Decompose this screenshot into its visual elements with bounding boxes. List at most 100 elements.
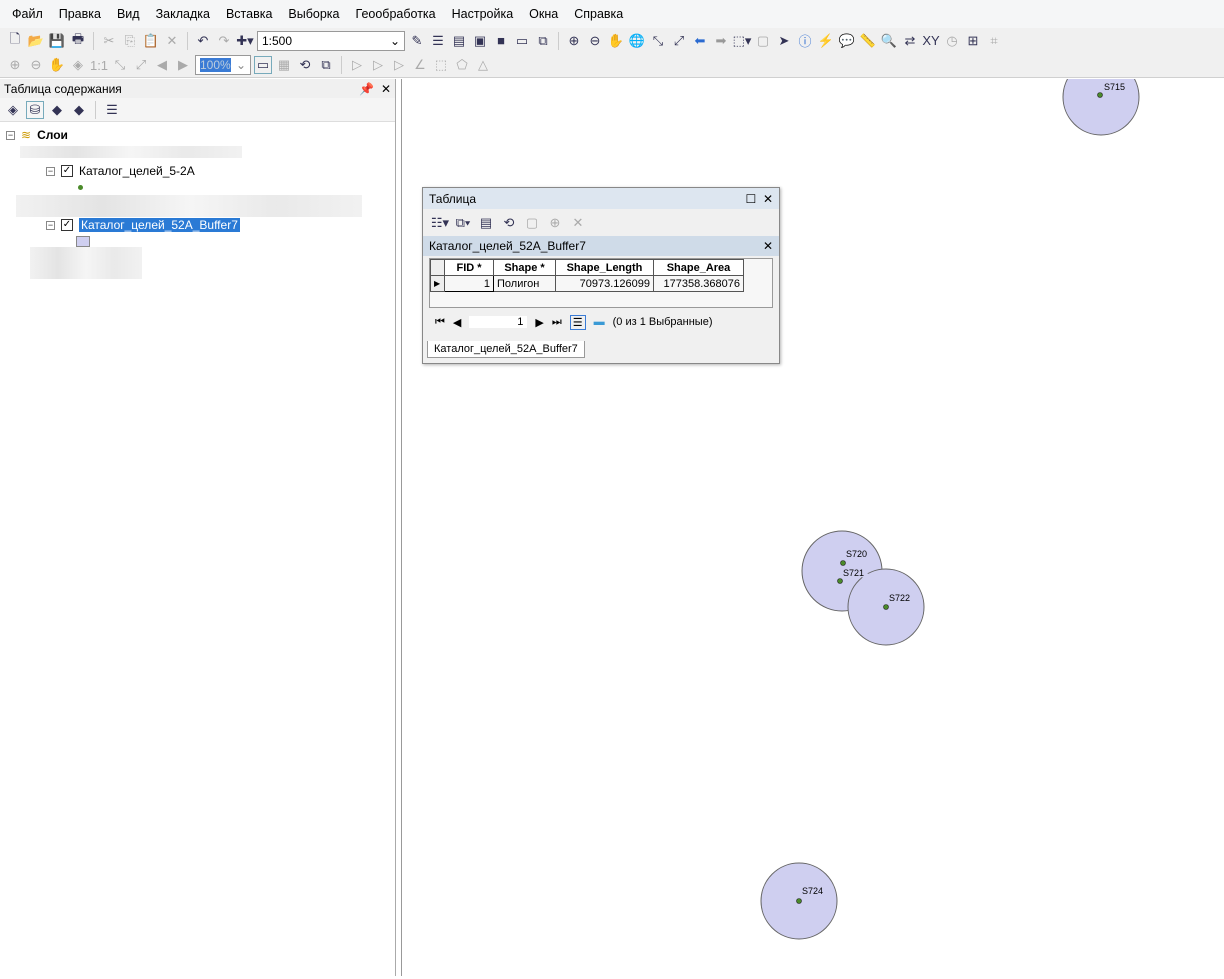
delete-icon[interactable]: ✕ [163,32,181,50]
full-extent-icon[interactable]: 🌐 [628,32,646,50]
hyperlink-icon[interactable]: ⚡ [817,32,835,50]
zoom-100-icon[interactable]: 1:1 [90,56,108,74]
edit-vertices-icon[interactable]: ▷ [369,56,387,74]
previous-extent-icon[interactable]: ◀ [153,56,171,74]
scale-combo[interactable]: 1:500 ⌄ [257,30,405,51]
identify-icon[interactable]: ⓘ [796,32,814,50]
find-route-icon[interactable]: ⇄ [901,32,919,50]
close-icon[interactable]: ✕ [381,82,391,96]
forward-icon[interactable]: ➡ [712,32,730,50]
cell[interactable]: 177358.368076 [653,275,744,292]
time-slider-icon[interactable]: ◷ [943,32,961,50]
save-icon[interactable]: 💾 [48,32,66,50]
zoom-percent-combo[interactable]: 100% ⌄ [195,55,251,75]
table-row[interactable]: ▶ 1 Полигон 70973.126099 177358.368076 [430,275,744,292]
next-record-icon[interactable]: ▶ [535,316,543,329]
new-document-icon[interactable]: 🗋 [6,31,24,50]
pan-icon[interactable]: ✋ [607,32,625,50]
collapse-icon[interactable]: − [46,220,55,230]
table-window-titlebar[interactable]: Таблица ☐ ✕ [423,188,779,209]
menu-file[interactable]: Файл [4,7,51,21]
previous-record-icon[interactable]: ◀ [453,316,461,329]
column-header[interactable]: Shape * [493,259,556,276]
menu-selection[interactable]: Выборка [280,7,347,21]
catalog-icon[interactable]: ▤ [450,32,468,50]
zoom-in-icon[interactable]: ⊕ [565,32,583,50]
collapse-icon[interactable]: − [6,130,15,140]
show-all-records-icon[interactable]: ☰ [569,314,586,330]
copy-icon[interactable]: ⎘ [121,32,139,50]
zoom-to-selected-icon[interactable]: ⊕ [546,214,564,232]
list-by-selection-icon[interactable]: ◆ [70,101,88,119]
menu-customize[interactable]: Настройка [444,7,522,21]
layers-root[interactable]: − ≋ Слои [6,128,68,142]
target-point[interactable] [796,898,802,904]
reshape-icon[interactable]: ▷ [390,56,408,74]
rotate-icon[interactable]: ⬠ [453,56,471,74]
back-icon[interactable]: ⬅ [691,32,709,50]
select-by-attributes-icon[interactable]: ▤ [477,214,495,232]
options-icon[interactable]: ☰ [103,101,121,119]
layout-zoom-out-icon[interactable]: ⊖ [27,56,45,74]
layout-zoom-in-icon[interactable]: ⊕ [6,56,24,74]
table-options-icon[interactable]: ☷▾ [431,214,449,232]
editor-icon[interactable]: ✎ [408,32,426,50]
current-record-field[interactable]: 1 [469,316,528,328]
edit-tool-icon[interactable]: ▷ [348,56,366,74]
find-icon[interactable]: 🔍 [880,32,898,50]
focus-data-frame-icon[interactable]: ▦ [275,56,293,74]
target-point[interactable] [840,560,846,566]
fixed-zoom-out-icon[interactable]: ⤢ [670,32,688,50]
menu-geoprocessing[interactable]: Геообработка [348,7,444,21]
modelbuilder-icon[interactable]: ⧉ [534,32,552,50]
close-icon[interactable]: ✕ [763,239,773,253]
list-by-source-icon[interactable]: ⛁ [26,100,44,119]
topology-icon[interactable]: ⌗ [985,32,1003,50]
switch-selection-icon[interactable]: ⟲ [500,214,518,232]
list-by-drawing-order-icon[interactable]: ◈ [4,101,22,119]
straight-segment-icon[interactable]: ∠ [411,56,429,74]
print-icon[interactable]: 🖶 [69,31,87,50]
delete-selected-icon[interactable]: ✕ [569,214,587,232]
target-point[interactable] [837,578,843,584]
first-record-icon[interactable]: ⏮ [435,316,445,329]
menu-insert[interactable]: Вставка [218,7,280,21]
layer-item-buffer7[interactable]: − ✓ Каталог_целей_52А_Buffer7 [46,218,240,232]
clear-selection-icon[interactable]: ▢ [523,214,541,232]
menu-edit[interactable]: Правка [51,7,109,21]
cell[interactable]: 70973.126099 [555,275,654,292]
menu-help[interactable]: Справка [566,7,631,21]
select-features-icon[interactable]: ⬚▾ [733,32,752,50]
fixed-zoom-in-icon[interactable]: ⤡ [649,32,667,50]
undo-icon[interactable]: ↶ [194,32,212,50]
create-viewer-icon[interactable]: ⊞ [964,32,982,50]
cell[interactable]: Полигон [493,275,556,292]
zoom-out-icon[interactable]: ⊖ [586,32,604,50]
menu-bookmarks[interactable]: Закладка [148,7,218,21]
menu-windows[interactable]: Окна [521,7,566,21]
buffer-polygon[interactable] [1062,58,1140,136]
target-point[interactable] [883,604,889,610]
row-pointer-icon[interactable]: ▶ [430,275,445,292]
pin-icon[interactable]: 📌 [359,82,374,96]
visibility-checkbox[interactable]: ✓ [61,165,73,177]
related-tables-icon[interactable]: ⧉▾ [454,214,472,232]
select-elements-icon[interactable]: ➤ [775,32,793,50]
cut-polygon-icon[interactable]: ⬚ [432,56,450,74]
cut-icon[interactable]: ✂ [100,32,118,50]
target-point[interactable] [1097,92,1103,98]
python-icon[interactable]: ▭ [513,32,531,50]
search-window-icon[interactable]: ▣ [471,32,489,50]
toc-window-icon[interactable]: ☰ [429,32,447,50]
fixed-zoom-in-icon[interactable]: ⤡ [111,56,129,74]
sketch-properties-icon[interactable]: △ [474,56,492,74]
open-icon[interactable]: 📂 [27,32,45,50]
redo-icon[interactable]: ↷ [215,32,233,50]
collapse-icon[interactable]: − [46,166,55,176]
arctoolbox-icon[interactable]: ■ [492,32,510,50]
layer-item-catalog-5-2a[interactable]: − ✓ Каталог_целей_5-2А [46,164,195,178]
next-extent-icon[interactable]: ▶ [174,56,192,74]
table-bottom-tab[interactable]: Каталог_целей_52А_Buffer7 [427,341,585,358]
column-header[interactable]: FID * [444,259,494,276]
cell[interactable]: 1 [444,275,494,292]
